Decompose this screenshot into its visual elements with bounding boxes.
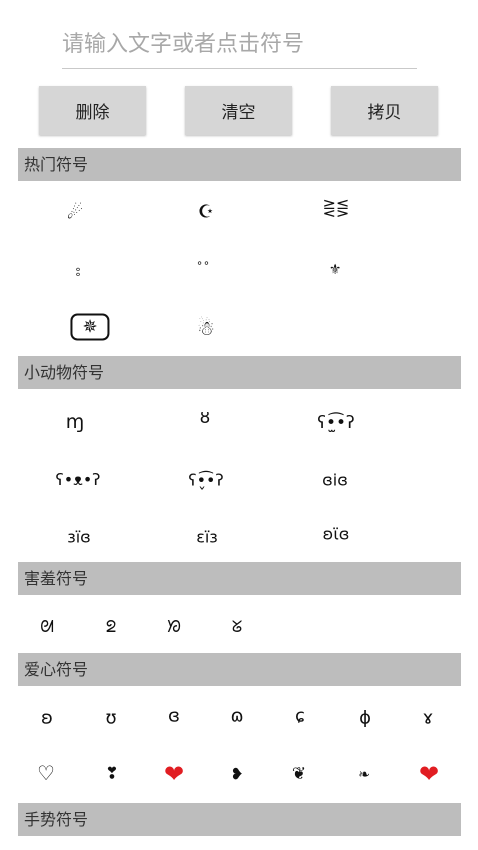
love-symbol-3[interactable]: ɞ: [168, 706, 180, 727]
rotated-heart-symbol[interactable]: ❥: [230, 765, 243, 784]
shy-symbol-4[interactable]: ᘜ: [232, 617, 242, 637]
love-symbol-2[interactable]: ʊ: [105, 708, 116, 729]
floral-heart-bullet-symbol[interactable]: ❧: [358, 767, 370, 783]
animal-symbol-9[interactable]: ʚϊɞ: [323, 525, 350, 544]
snowman-symbol[interactable]: ☃: [197, 316, 215, 340]
love-symbol-4[interactable]: ɷ: [230, 706, 243, 727]
delete-button[interactable]: 删除: [39, 86, 146, 135]
floral-heart-symbol[interactable]: ❦: [292, 764, 306, 784]
animal-symbol-4[interactable]: ʕ•ᴥ•ʔ: [56, 470, 101, 490]
butterfly-symbol[interactable]: ⋛⋚: [323, 199, 350, 218]
animal-symbol-6[interactable]: ɞiɞ: [322, 471, 348, 490]
red-heart-symbol[interactable]: ❤: [164, 760, 184, 788]
fleur-de-lis-symbol[interactable]: ⚜: [329, 262, 342, 278]
copy-button[interactable]: 拷贝: [331, 86, 438, 135]
love-symbol-6[interactable]: ɸ: [359, 708, 371, 729]
tv-star-symbol[interactable]: ✵: [70, 313, 110, 341]
animal-symbol-2[interactable]: ȣ: [200, 408, 210, 428]
animal-symbol-3[interactable]: ʕ•̫͡•ʔ: [317, 413, 354, 433]
love-symbol-7[interactable]: ɤ: [423, 708, 434, 729]
section-header-gesture: 手势符号: [18, 803, 461, 836]
text-input-wrapper: [62, 22, 417, 69]
section-header-hot: 热门符号: [18, 148, 461, 181]
love-symbol-5[interactable]: ɕ: [295, 706, 305, 727]
love-symbol-1[interactable]: ʚ: [41, 708, 53, 729]
shy-symbol-2[interactable]: ᘖ: [106, 617, 116, 637]
comet-symbol[interactable]: ☄: [67, 203, 83, 224]
dots-symbol[interactable]: ⦂: [76, 262, 81, 280]
animal-symbol-1[interactable]: ɱ: [66, 411, 85, 433]
text-input[interactable]: [62, 22, 417, 66]
heart-exclamation-symbol[interactable]: ❣: [105, 764, 118, 783]
section-header-shy: 害羞符号: [18, 562, 461, 595]
animal-symbol-5[interactable]: ʕ•̬͡•ʔ: [188, 471, 223, 490]
shy-symbol-3[interactable]: ᘞ: [167, 617, 181, 637]
section-header-love: 爱心符号: [18, 653, 461, 686]
animal-symbol-7[interactable]: ɜïɞ: [67, 528, 91, 547]
section-header-animal: 小动物符号: [18, 356, 461, 389]
clear-button[interactable]: 清空: [185, 86, 292, 135]
double-ring-symbol[interactable]: ∘∘: [196, 257, 210, 270]
animal-symbol-8[interactable]: ɛïɜ: [196, 528, 218, 547]
red-heart-symbol-2[interactable]: ❤: [419, 760, 439, 788]
heart-outline-symbol[interactable]: ♡: [37, 761, 55, 785]
shy-symbol-1[interactable]: ᘛ: [40, 617, 54, 637]
star-crescent-symbol[interactable]: ☪: [198, 202, 214, 223]
